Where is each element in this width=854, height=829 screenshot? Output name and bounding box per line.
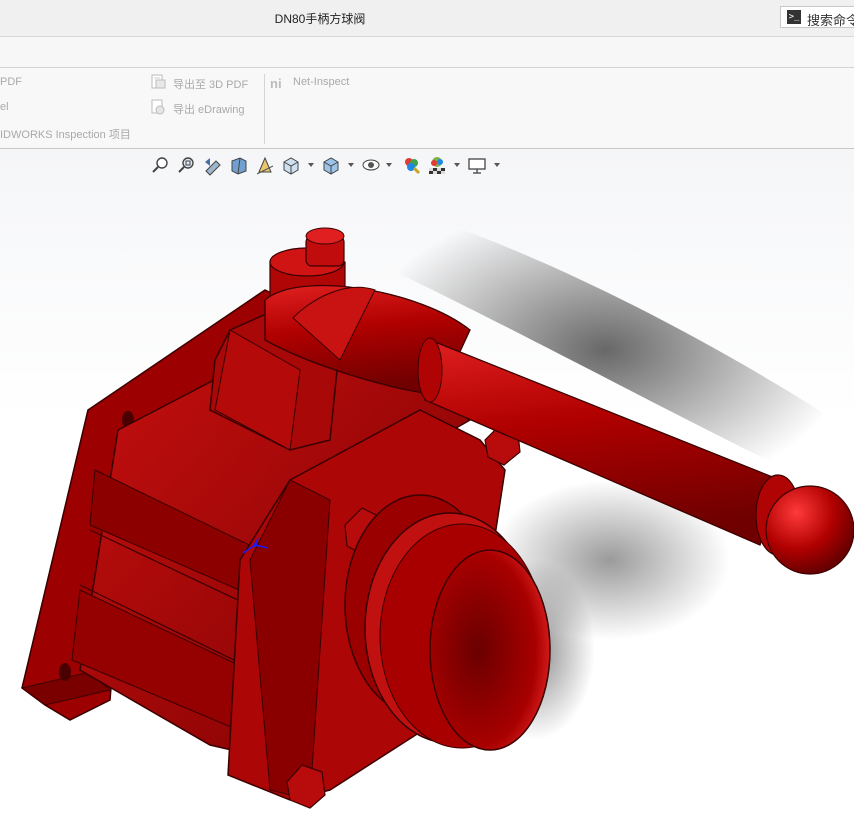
ribbon-panel: PDF el IDWORKS Inspection 项目 导出至 3D PDF … <box>0 68 854 149</box>
search-commands-label: 搜索命令 <box>807 13 854 28</box>
ribbon-separator <box>264 74 265 144</box>
export-3d-pdf-button[interactable]: 导出至 3D PDF <box>173 76 248 92</box>
net-inspect-icon: ni <box>270 75 286 91</box>
window-title: DN80手柄方球阀 <box>274 12 366 26</box>
export-3d-pdf-icon <box>150 74 166 90</box>
search-commands-input[interactable]: >_ 搜索命令 <box>780 6 854 28</box>
graphics-viewport[interactable] <box>0 149 854 829</box>
export-edrawing-button[interactable]: 导出 eDrawing <box>173 101 245 117</box>
net-inspect-button[interactable]: Net-Inspect <box>293 76 349 88</box>
command-manager-tabs <box>0 37 854 68</box>
export-edrawing-icon <box>150 99 166 115</box>
terminal-prompt-icon: >_ <box>787 10 801 24</box>
ribbon-item-inspection-project[interactable]: IDWORKS Inspection 项目 <box>0 126 131 142</box>
ribbon-item-model[interactable]: el <box>0 101 9 113</box>
title-bar: DN80手柄方球阀 >_ 搜索命令 <box>0 0 854 37</box>
ribbon-item-pdf[interactable]: PDF <box>0 76 22 88</box>
ball-valve-model[interactable] <box>0 149 854 829</box>
bolt-hole <box>59 663 71 681</box>
svg-text:ni: ni <box>270 76 282 91</box>
